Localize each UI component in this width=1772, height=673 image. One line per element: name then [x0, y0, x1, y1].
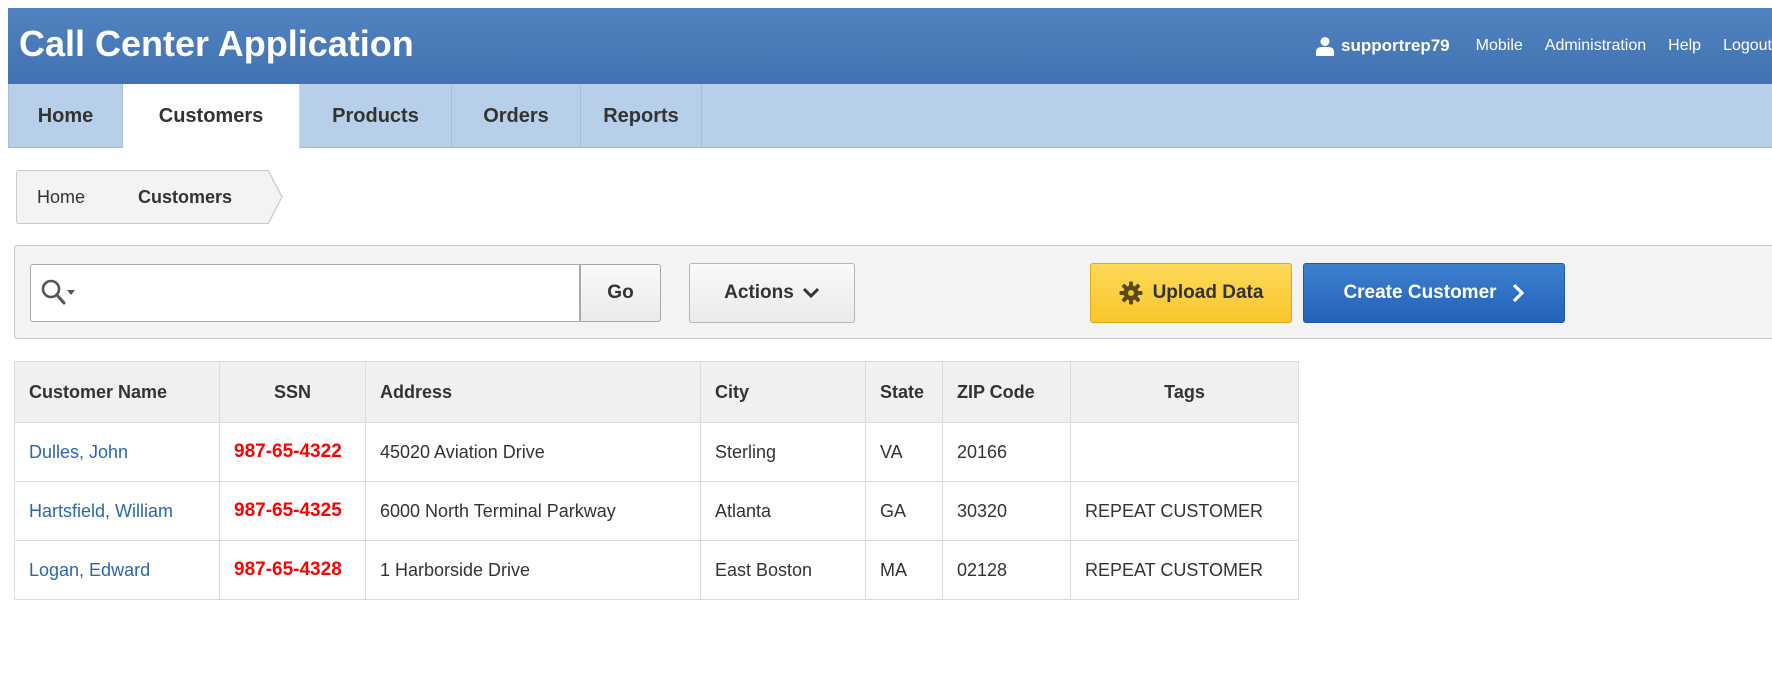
tab-products[interactable]: Products: [300, 84, 452, 148]
logout-link[interactable]: Logout: [1723, 37, 1772, 55]
address-cell: 1 Harborside Drive: [365, 540, 701, 600]
gear-icon: [1119, 281, 1143, 305]
tags-cell: [1070, 422, 1299, 482]
app-title: Call Center Application: [19, 23, 414, 64]
address-cell: 6000 North Terminal Parkway: [365, 481, 701, 541]
column-header-city[interactable]: City: [700, 361, 866, 423]
column-header-state[interactable]: State: [865, 361, 943, 423]
city-cell: East Boston: [700, 540, 866, 600]
tab-customers[interactable]: Customers: [123, 84, 300, 149]
state-cell: GA: [865, 481, 943, 541]
table-row: Hartsfield, William 987-65-4325 6000 Nor…: [14, 481, 1299, 541]
search-icon[interactable]: [40, 278, 82, 308]
zip-code-cell: 02128: [942, 540, 1071, 600]
customer-name-link[interactable]: Hartsfield, William: [29, 501, 173, 521]
breadcrumb-label: Home: [37, 186, 86, 207]
column-header-customer-name[interactable]: Customer Name: [14, 361, 220, 423]
ssn-cell: 987-65-4328: [219, 540, 366, 600]
user-icon: [1316, 37, 1334, 56]
go-button[interactable]: Go: [580, 264, 661, 322]
table-header-row: Customer Name SSN Address City State ZIP…: [14, 361, 1299, 423]
search-input[interactable]: [87, 275, 567, 311]
search-box[interactable]: [30, 264, 580, 322]
column-header-zip-code[interactable]: ZIP Code: [942, 361, 1071, 423]
breadcrumb: Home Customers: [16, 170, 283, 224]
report-toolbar: Go Actions Upload Data Create Customer: [14, 245, 1772, 339]
create-customer-label: Create Customer: [1343, 282, 1497, 303]
customer-name-link[interactable]: Logan, Edward: [29, 560, 150, 580]
actions-button[interactable]: Actions: [689, 263, 855, 323]
column-header-address[interactable]: Address: [365, 361, 701, 423]
username: supportrep79: [1341, 36, 1450, 55]
upload-data-button[interactable]: Upload Data: [1090, 263, 1292, 323]
state-cell: VA: [865, 422, 943, 482]
tab-orders[interactable]: Orders: [452, 84, 581, 148]
breadcrumb-label: Customers: [138, 186, 233, 207]
address-cell: 45020 Aviation Drive: [365, 422, 701, 482]
create-customer-button[interactable]: Create Customer: [1303, 263, 1565, 323]
breadcrumb-item-customers: Customers: [112, 170, 283, 224]
tags-cell: REPEAT CUSTOMER: [1070, 540, 1299, 600]
state-cell: MA: [865, 540, 943, 600]
chevron-right-icon: [1512, 283, 1524, 303]
header-nav: supportrep79 Mobile Administration Help …: [1315, 8, 1772, 84]
table-row: Logan, Edward 987-65-4328 1 Harborside D…: [14, 540, 1299, 600]
chevron-down-icon: [802, 287, 819, 299]
city-cell: Sterling: [700, 422, 866, 482]
table-row: Dulles, John 987-65-4322 45020 Aviation …: [14, 422, 1299, 482]
customers-table: Customer Name SSN Address City State ZIP…: [14, 361, 1299, 600]
column-header-tags[interactable]: Tags: [1070, 361, 1299, 423]
breadcrumb-end-arrow: [268, 170, 283, 224]
tab-home[interactable]: Home: [8, 84, 123, 148]
mobile-link[interactable]: Mobile: [1476, 37, 1523, 55]
upload-data-label: Upload Data: [1152, 282, 1264, 303]
tab-reports[interactable]: Reports: [581, 84, 702, 148]
breadcrumb-item-home[interactable]: Home: [16, 170, 127, 224]
ssn-cell: 987-65-4325: [219, 481, 366, 541]
user-menu[interactable]: supportrep79: [1315, 36, 1450, 56]
zip-code-cell: 30320: [942, 481, 1071, 541]
help-link[interactable]: Help: [1668, 37, 1701, 55]
column-header-ssn[interactable]: SSN: [219, 361, 366, 423]
zip-code-cell: 20166: [942, 422, 1071, 482]
city-cell: Atlanta: [700, 481, 866, 541]
tab-bar: Home Customers Products Orders Reports: [8, 84, 1772, 149]
tags-cell: REPEAT CUSTOMER: [1070, 481, 1299, 541]
actions-label: Actions: [724, 282, 794, 303]
app-header: Call Center Application supportrep79 Mob…: [8, 8, 1772, 84]
administration-link[interactable]: Administration: [1545, 37, 1646, 55]
ssn-cell: 987-65-4322: [219, 422, 366, 482]
customer-name-link[interactable]: Dulles, John: [29, 442, 128, 462]
